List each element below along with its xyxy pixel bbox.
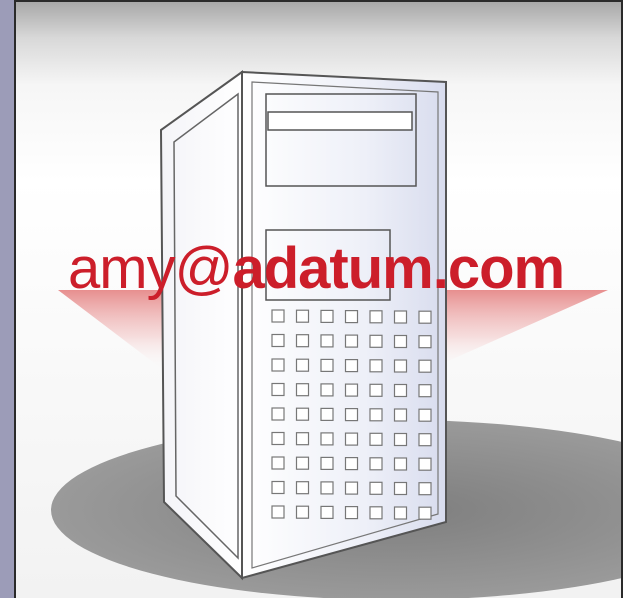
vent-square xyxy=(320,309,334,323)
vent-square xyxy=(344,334,359,348)
vent-square xyxy=(320,456,334,470)
vent-square xyxy=(320,358,334,372)
vent-square xyxy=(418,359,432,373)
vent-square xyxy=(418,433,432,447)
vent-square xyxy=(271,382,285,397)
vent-square xyxy=(295,407,310,421)
drive-slot xyxy=(267,111,413,131)
left-border-strip xyxy=(0,0,14,598)
vent-square xyxy=(344,481,359,495)
vent-square xyxy=(320,407,334,421)
vent-square xyxy=(271,358,285,372)
vent-square xyxy=(418,506,432,520)
vent-square xyxy=(295,383,310,397)
vent-square xyxy=(418,310,432,324)
vent-square xyxy=(369,457,383,471)
vent-square xyxy=(369,310,383,324)
vent-square xyxy=(295,358,310,372)
vent-square xyxy=(344,432,359,446)
vent-square xyxy=(295,309,310,323)
vent-square xyxy=(369,408,383,422)
vent-square xyxy=(418,335,432,349)
vent-square xyxy=(295,505,310,519)
vent-square xyxy=(418,457,432,471)
vent-square xyxy=(295,481,310,495)
vent-square xyxy=(344,359,359,373)
vent-square xyxy=(369,383,383,397)
vent-square xyxy=(295,334,310,348)
image-viewer: amy@adatum.com xyxy=(0,0,623,598)
vent-square xyxy=(344,408,359,422)
vent-square xyxy=(320,432,334,446)
email-user: amy@ xyxy=(68,236,233,301)
vent-square xyxy=(271,456,285,470)
vent-square xyxy=(295,432,310,446)
vent-square xyxy=(295,456,310,470)
vent-square xyxy=(369,506,383,520)
vent-square xyxy=(271,407,285,421)
vent-square xyxy=(393,506,408,520)
vent-square xyxy=(393,481,408,496)
vent-square xyxy=(271,333,285,348)
vent-square xyxy=(320,505,334,519)
tower-side xyxy=(159,70,243,581)
vent-square xyxy=(344,457,359,471)
vent-square xyxy=(271,505,285,519)
vent-square xyxy=(393,334,408,349)
vent-square xyxy=(418,408,432,422)
vent-square xyxy=(344,310,359,324)
vent-square xyxy=(393,359,408,373)
vent-square xyxy=(393,310,408,324)
vent-square xyxy=(418,384,432,398)
vent-square xyxy=(393,408,408,422)
vent-square xyxy=(393,432,408,447)
illustration-frame: amy@adatum.com xyxy=(14,0,623,598)
email-address-label: amy@adatum.com xyxy=(68,234,565,304)
vent-square xyxy=(320,383,334,397)
vent-square xyxy=(344,383,359,397)
vent-square xyxy=(271,431,285,446)
vent-square xyxy=(271,480,285,495)
vent-square xyxy=(320,481,334,495)
email-domain: adatum.com xyxy=(232,236,565,301)
vent-square xyxy=(393,457,408,471)
vent-square xyxy=(344,506,359,520)
vent-square xyxy=(369,432,383,446)
vent-square xyxy=(369,334,383,348)
vent-square xyxy=(271,309,285,323)
vent-square xyxy=(320,334,334,348)
vent-square xyxy=(369,481,383,495)
vent-square xyxy=(418,482,432,496)
vent-square xyxy=(393,383,408,398)
vent-square xyxy=(369,359,383,373)
